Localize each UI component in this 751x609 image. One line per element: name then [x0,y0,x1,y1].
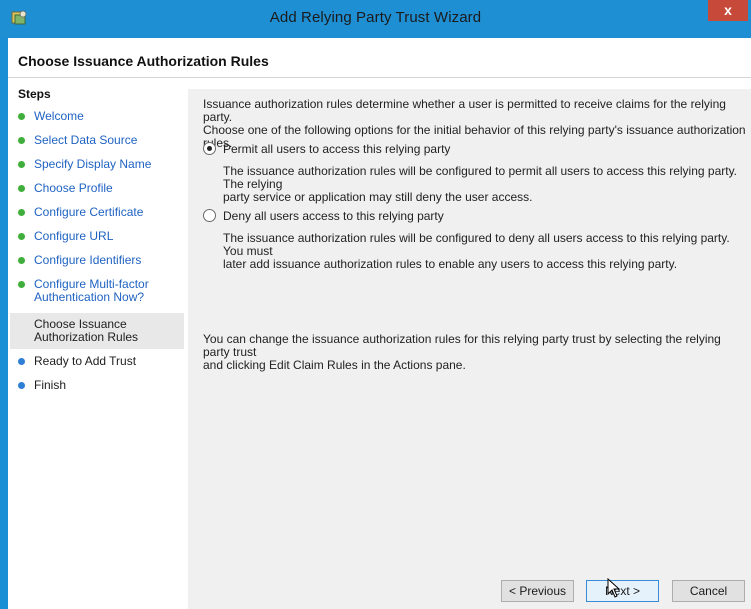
step-label: Finish [34,378,67,392]
step-complete-icon [18,209,25,216]
step-finish[interactable]: Finish [10,379,184,392]
step-complete-icon [18,233,25,240]
step-complete-icon [18,281,25,288]
step-configure-multifactor[interactable]: Configure Multi-factor Authentication No… [10,278,184,304]
close-icon: x [724,2,732,18]
content-pane: Issuance authorization rules determine w… [188,89,751,576]
step-label: Configure Identifiers [34,253,142,267]
deny-desc-line-2: later add issuance authorization rules t… [223,257,678,271]
step-complete-icon [18,321,25,328]
step-specify-display-name[interactable]: Specify Display Name [10,158,184,171]
deny-all-radio[interactable] [203,209,216,222]
permit-all-description: The issuance authorization rules will be… [223,165,751,204]
wizard-client-area: Choose Issuance Authorization Rules Step… [8,38,751,609]
step-complete-icon [18,161,25,168]
step-complete-icon [18,137,25,144]
step-label: Select Data Source [34,133,138,147]
permit-desc-line-1: The issuance authorization rules will be… [223,164,738,191]
previous-button[interactable]: < Previous [501,580,574,602]
deny-all-label[interactable]: Deny all users access to this relying pa… [223,209,444,223]
deny-all-users-option[interactable]: Deny all users access to this relying pa… [203,209,743,225]
next-button[interactable]: Next > [586,580,659,602]
step-welcome[interactable]: Welcome [10,110,184,123]
button-bar: < Previous Next > Cancel [188,576,751,609]
step-configure-certificate[interactable]: Configure Certificate [10,206,184,219]
step-label-line1: Configure Multi-factor [34,277,149,291]
step-complete-icon [18,113,25,120]
step-choose-profile[interactable]: Choose Profile [10,182,184,195]
step-label: Welcome [34,109,84,123]
step-label: Ready to Add Trust [34,354,137,368]
step-label-line2: Authentication Now? [34,290,145,304]
cancel-button[interactable]: Cancel [672,580,745,602]
radio-selected-icon [207,146,212,151]
deny-all-description: The issuance authorization rules will be… [223,232,751,271]
note-line-1: You can change the issuance authorizatio… [203,332,721,359]
note-line-2: and clicking Edit Claim Rules in the Act… [203,358,466,372]
permit-all-label[interactable]: Permit all users to access this relying … [223,142,450,156]
step-label-line1: Choose Issuance [34,317,127,331]
step-pending-icon [18,382,25,389]
permit-desc-line-2: party service or application may still d… [223,190,533,204]
wizard-window: Add Relying Party Trust Wizard x Choose … [0,0,751,609]
step-pending-icon [18,358,25,365]
page-header: Choose Issuance Authorization Rules [8,38,751,78]
permit-all-users-option[interactable]: Permit all users to access this relying … [203,142,743,158]
step-ready-to-add-trust[interactable]: Ready to Add Trust [10,355,184,368]
intro-line-1: Issuance authorization rules determine w… [203,97,726,124]
permit-all-radio[interactable] [203,142,216,155]
step-complete-icon [18,257,25,264]
page-title: Choose Issuance Authorization Rules [18,53,269,69]
window-title: Add Relying Party Trust Wizard [269,9,482,26]
steps-pane: Steps Welcome Select Data Source Specify… [8,79,186,609]
step-select-data-source[interactable]: Select Data Source [10,134,184,147]
step-label: Configure URL [34,229,114,243]
mouse-pointer-icon [607,578,621,598]
deny-desc-line-1: The issuance authorization rules will be… [223,231,730,258]
close-button[interactable]: x [708,0,748,21]
step-label: Configure Certificate [34,205,144,219]
change-rules-note: You can change the issuance authorizatio… [203,333,748,372]
step-label: Choose Profile [34,181,113,195]
step-configure-identifiers[interactable]: Configure Identifiers [10,254,184,267]
steps-heading: Steps [18,87,51,101]
title-bar: Add Relying Party Trust Wizard x [0,0,751,38]
step-complete-icon [18,185,25,192]
step-label-line2: Authorization Rules [34,330,139,344]
step-configure-url[interactable]: Configure URL [10,230,184,243]
step-label: Specify Display Name [34,157,152,171]
step-choose-issuance-authorization-rules[interactable]: Choose Issuance Authorization Rules [10,313,184,349]
